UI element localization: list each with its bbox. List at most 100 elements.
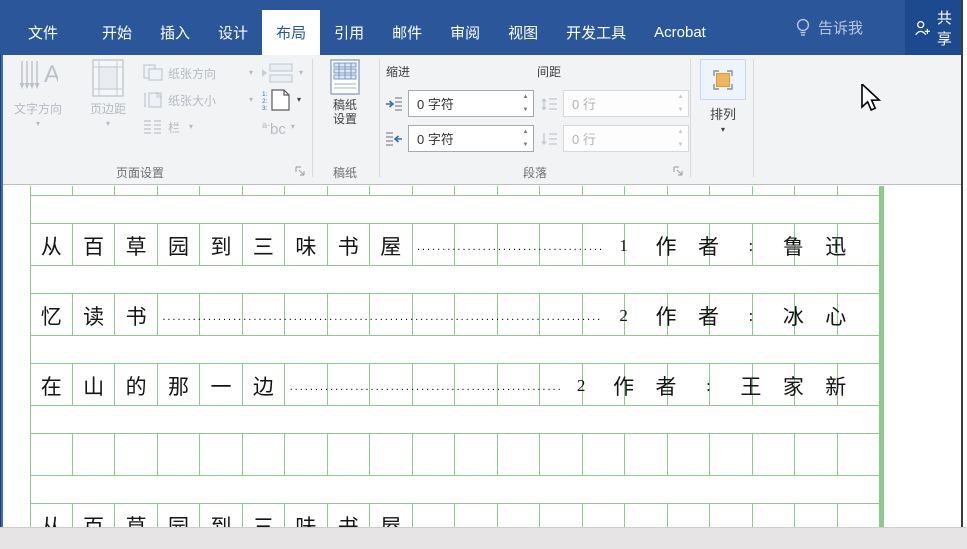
spacing-after-field: 0 行 ▲ ▼ — [563, 125, 689, 152]
title-char: 园 — [168, 514, 190, 528]
mouse-cursor — [861, 84, 882, 112]
columns-icon — [144, 120, 161, 134]
paper-size-icon — [144, 91, 163, 108]
paper-size-button[interactable]: 纸张大小 ▾ — [143, 88, 253, 112]
genko-settings-label: 稿纸 设置 — [332, 98, 357, 126]
tab-审阅[interactable]: 审阅 — [436, 10, 494, 55]
columns-button[interactable]: 栏 ▾ — [143, 115, 193, 139]
person-plus-icon — [915, 20, 930, 35]
grid-cell — [115, 434, 158, 475]
chevron-down-icon: ▾ — [105, 119, 110, 128]
arrange-icon — [713, 69, 733, 90]
line-numbers-button[interactable]: 1: 2: 3: ▾ — [262, 88, 301, 112]
toc-row[interactable]: 从百草园到三味书屋...............................… — [30, 223, 879, 268]
tab-布局-active[interactable]: 布局 — [262, 10, 321, 55]
grid-cell — [583, 434, 625, 475]
genko-settings-button[interactable]: 稿纸 设置 — [322, 59, 368, 126]
hyphenation-button[interactable]: a-bc ▾ — [262, 115, 295, 139]
grid-cell — [753, 434, 795, 475]
title-char: 读 — [83, 304, 105, 329]
author-label-char: 作 — [655, 234, 677, 259]
toc-row[interactable]: 在山的那一边..................................… — [30, 363, 879, 408]
tab-开始[interactable]: 开始 — [88, 10, 146, 55]
page-setup-group-label: 页面设置 — [115, 166, 164, 180]
title-char: 三 — [252, 234, 274, 259]
author-char: 家 — [782, 374, 804, 399]
title-char: 一 — [210, 374, 232, 399]
svg-text:1:: 1: — [262, 91, 268, 98]
text-direction-label: 文字方向 — [13, 102, 62, 116]
columns-label: 栏 — [168, 120, 181, 135]
tab-文件[interactable]: 文件 — [14, 10, 72, 55]
tab-Acrobat[interactable]: Acrobat — [640, 10, 720, 55]
grid-cell — [795, 186, 838, 195]
margins-label: 页边距 — [89, 102, 126, 116]
indent-left-value[interactable]: 0 字符 — [409, 91, 518, 116]
orientation-button[interactable]: 纸张方向 ▾ — [143, 61, 253, 85]
indent-right-spinner[interactable]: ▲ ▼ — [518, 126, 533, 151]
author-label-char: 者 — [655, 374, 677, 399]
title-char: 园 — [168, 234, 190, 259]
ribbon: A 文字方向 ▾ 页边距 ▾ 纸张方向 ▾ 纸张大小 ▾ 栏 ▾ ▾ 1: 2:… — [0, 55, 962, 185]
title-char: 忆 — [40, 304, 62, 329]
indent-right-field[interactable]: 0 字符 ▲ ▼ — [408, 125, 534, 152]
chevron-down-icon: ▾ — [189, 122, 194, 131]
toc-row[interactable]: 从百草园到三味书屋 — [30, 503, 879, 528]
grid-right-border — [879, 186, 884, 527]
title-char: 味 — [295, 234, 317, 259]
grid-cell — [838, 434, 880, 475]
title-char: 草 — [125, 234, 147, 259]
author-label-char: 作 — [655, 304, 677, 329]
tell-me[interactable]: 告诉我 — [795, 0, 863, 55]
tab-视图[interactable]: 视图 — [494, 10, 552, 55]
title-char: 百 — [83, 514, 105, 528]
text-direction-button[interactable]: A 文字方向 ▾ — [6, 59, 70, 128]
group-separator — [690, 59, 691, 177]
title-char: 三 — [252, 514, 274, 528]
horizontal-scrollbar[interactable] — [0, 527, 967, 549]
grid-cell — [328, 186, 370, 195]
share-button[interactable]: 共享 — [905, 0, 962, 55]
tab-插入[interactable]: 插入 — [146, 10, 204, 55]
title-char: 到 — [210, 234, 232, 259]
window-left-edge-highlight — [1, 55, 3, 528]
indent-right-value[interactable]: 0 字符 — [409, 126, 518, 151]
tab-邮件[interactable]: 邮件 — [378, 10, 436, 55]
spacing-after-icon — [541, 132, 557, 145]
page-setup-dialog-launcher[interactable] — [294, 165, 306, 177]
tab-设计[interactable]: 设计 — [204, 10, 262, 55]
grid-cell — [370, 434, 413, 475]
document-canvas[interactable]: 从百草园到三味书屋...............................… — [0, 186, 962, 527]
grid-cell — [668, 434, 710, 475]
grid-cell — [710, 186, 753, 195]
paragraph-dialog-launcher[interactable] — [672, 165, 684, 177]
indent-left-field[interactable]: 0 字符 ▲ ▼ — [408, 90, 534, 117]
tab-开发工具[interactable]: 开发工具 — [552, 10, 640, 55]
author-label-char: 作 — [613, 374, 635, 399]
arrange-button[interactable]: 排列 ▾ — [699, 59, 747, 134]
indent-left-spinner[interactable]: ▲ ▼ — [518, 91, 533, 116]
word-window: 文件 开始 插入 设计 布局 引用 邮件 审阅 视图 开发工具 Acrobat 告诉我 共享 — [0, 0, 967, 549]
chevron-down-icon: ▾ — [249, 68, 254, 77]
author-char: 鲁 — [782, 234, 804, 259]
margins-button[interactable]: 页边距 ▾ — [76, 59, 140, 128]
grid-cell — [498, 186, 540, 195]
page-number: 1 — [619, 235, 628, 255]
toc-row[interactable]: 忆读书.....................................… — [30, 293, 879, 338]
tell-me-label: 告诉我 — [818, 20, 864, 37]
chevron-down-icon: ▾ — [720, 125, 725, 134]
svg-text:A: A — [44, 61, 58, 88]
colon-char: : — [748, 235, 754, 255]
author-char: 迅 — [825, 234, 847, 259]
tab-引用[interactable]: 引用 — [320, 10, 378, 55]
grid-cell — [285, 434, 328, 475]
grid-cell — [540, 434, 583, 475]
grid-cell — [455, 186, 498, 195]
grid-cell — [413, 186, 455, 195]
breaks-button[interactable]: ▾ — [260, 61, 303, 85]
title-char: 在 — [40, 374, 62, 399]
grid-cell — [158, 434, 200, 475]
title-char: 从 — [40, 234, 62, 259]
grid-cell — [838, 186, 880, 195]
grid-cell — [285, 186, 328, 195]
